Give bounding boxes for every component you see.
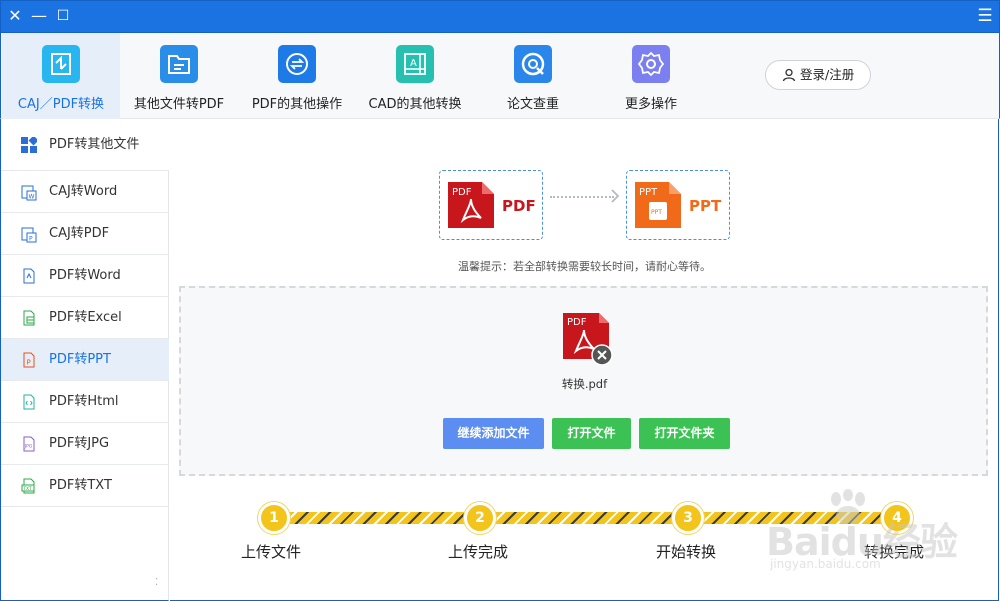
sidebar-item-label: CAJ转PDF [49, 226, 110, 241]
login-label: 登录/注册 [800, 67, 855, 82]
sidebar-item-pdf-word[interactable]: PDF转Word [1, 255, 169, 297]
open-file-button[interactable]: 打开文件 [552, 418, 631, 449]
title-bar: ✕ — ☐ ☰ [0, 0, 1000, 33]
step-1-dot: 1 [258, 502, 290, 534]
sidebar-item-label: CAJ转Word [49, 184, 118, 199]
tab-paper-check[interactable]: 论文查重 [474, 33, 592, 119]
sidebar-item-label: PDF转JPG [49, 436, 110, 451]
main-panel: PDF PDF PPT PPT PPT 温馨提示：若全部转换需要较长时间，请耐心… [170, 119, 999, 601]
svg-text:P: P [29, 236, 33, 243]
sidebar-header[interactable]: PDF转其他文件 [1, 119, 169, 171]
pdf-txt-icon: TXT [21, 478, 35, 494]
progress-stripe [496, 512, 672, 524]
source-format-label: PDF [502, 197, 536, 215]
sidebar-item-label: PDF转Excel [49, 310, 122, 325]
sidebar-item-pdf-excel[interactable]: PDF转Excel [1, 297, 169, 339]
sidebar-item-caj-word[interactable]: W CAJ转Word [1, 171, 169, 213]
step-4-label: 转换完成 [864, 543, 925, 561]
top-navigation: CAJ／PDF转换 其他文件转PDF PDF的其他操作 A CAD的其他转换 论… [0, 33, 1000, 119]
open-folder-button[interactable]: 打开文件夹 [639, 418, 730, 449]
pdf-badge-text: PDF [452, 187, 472, 198]
swap-icon [278, 45, 316, 83]
step-3-label: 开始转换 [656, 543, 717, 561]
progress-stripe [288, 512, 464, 524]
login-button[interactable]: 登录/注册 [765, 60, 871, 90]
search-circle-icon [514, 45, 552, 83]
step-1-label: 上传文件 [241, 543, 302, 561]
pdf-word-icon [23, 268, 35, 284]
resize-grip: ⁚ [155, 577, 159, 588]
svg-text:P: P [27, 359, 31, 367]
chevron-right-icon [611, 189, 620, 203]
cad-icon: A [396, 45, 434, 83]
sidebar-item-label: PDF转Word [49, 268, 121, 283]
progress-stripe [703, 512, 881, 524]
pdf-html-icon [23, 394, 35, 410]
sidebar-item-pdf-ppt[interactable]: P PDF转PPT [1, 339, 169, 381]
conversion-arrow-line [550, 196, 614, 198]
step-2-label: 上传完成 [448, 543, 509, 561]
caj-word-icon: W [21, 185, 37, 201]
target-format-label: PPT [689, 197, 722, 215]
tab-label: CAJ／PDF转换 [17, 97, 105, 112]
target-format-box: PPT PPT PPT [626, 170, 730, 240]
svg-text:TXT: TXT [22, 486, 32, 492]
add-more-files-button[interactable]: 继续添加文件 [443, 418, 544, 449]
step-4-dot: 4 [881, 502, 913, 534]
svg-text:A: A [410, 58, 417, 69]
tab-cad-convert[interactable]: A CAD的其他转换 [356, 33, 474, 119]
tab-other-to-pdf[interactable]: 其他文件转PDF [120, 33, 238, 119]
tab-label: 其他文件转PDF [133, 97, 225, 112]
menu-button[interactable]: ☰ [974, 5, 996, 27]
minimize-button[interactable]: — [28, 5, 50, 27]
tab-label: 论文查重 [506, 97, 559, 112]
sidebar-item-label: PDF转TXT [49, 478, 112, 493]
ppt-file-icon: PPT PPT [635, 182, 681, 228]
sidebar: PDF转其他文件 W CAJ转Word P CAJ转PDF PDF转Word P… [0, 119, 169, 601]
pdf-file-icon: PDF [448, 182, 494, 228]
folder-icon [160, 45, 198, 83]
sidebar-item-label: PDF转Html [49, 394, 119, 409]
uploaded-pdf-icon[interactable]: PDF [563, 313, 613, 365]
sidebar-header-label: PDF转其他文件 [49, 137, 140, 152]
remove-file-icon[interactable] [591, 344, 613, 365]
svg-text:W: W [29, 194, 35, 201]
tab-label: PDF的其他操作 [251, 97, 343, 112]
svg-text:JPG: JPG [24, 444, 33, 450]
gear-icon [632, 45, 670, 83]
sidebar-item-caj-pdf[interactable]: P CAJ转PDF [1, 213, 169, 255]
tab-pdf-other[interactable]: PDF的其他操作 [238, 33, 356, 119]
maximize-button[interactable]: ☐ [52, 5, 74, 27]
step-2-dot: 2 [464, 502, 496, 534]
pdf-ppt-icon: P [23, 352, 35, 368]
sidebar-item-pdf-jpg[interactable]: JPG PDF转JPG [1, 423, 169, 465]
tab-more[interactable]: 更多操作 [592, 33, 710, 119]
pdf-excel-icon [23, 310, 35, 326]
tip-text: 温馨提示：若全部转换需要较长时间，请耐心等待。 [458, 260, 711, 273]
close-button[interactable]: ✕ [4, 5, 26, 27]
caj-pdf-icon: P [21, 227, 37, 243]
step-3-dot: 3 [672, 502, 704, 534]
tab-label: CAD的其他转换 [368, 97, 462, 112]
grid-icon [21, 137, 37, 153]
file-drop-zone[interactable]: PDF 转换.pdf 继续添加文件 打开文件 打开文件夹 [179, 286, 988, 476]
pdf-jpg-icon: JPG [23, 436, 35, 452]
progress-steps: 1 2 3 4 上传文件 上传完成 开始转换 转换完成 [170, 494, 999, 594]
sidebar-item-pdf-txt[interactable]: TXT PDF转TXT [1, 465, 169, 507]
file-name: 转换.pdf [561, 377, 608, 391]
tab-caj-pdf-convert[interactable]: CAJ／PDF转换 [2, 33, 120, 119]
sidebar-item-label: PDF转PPT [49, 352, 111, 367]
ppt-badge-text: PPT [639, 187, 658, 198]
sidebar-item-pdf-html[interactable]: PDF转Html [1, 381, 169, 423]
caj-pdf-convert-icon [42, 45, 80, 83]
ppt-sub-text: PPT [651, 209, 662, 216]
tab-label: 更多操作 [624, 97, 677, 112]
source-format-box: PDF PDF [439, 170, 543, 240]
uploaded-pdf-badge: PDF [567, 317, 587, 328]
user-icon [782, 68, 796, 82]
